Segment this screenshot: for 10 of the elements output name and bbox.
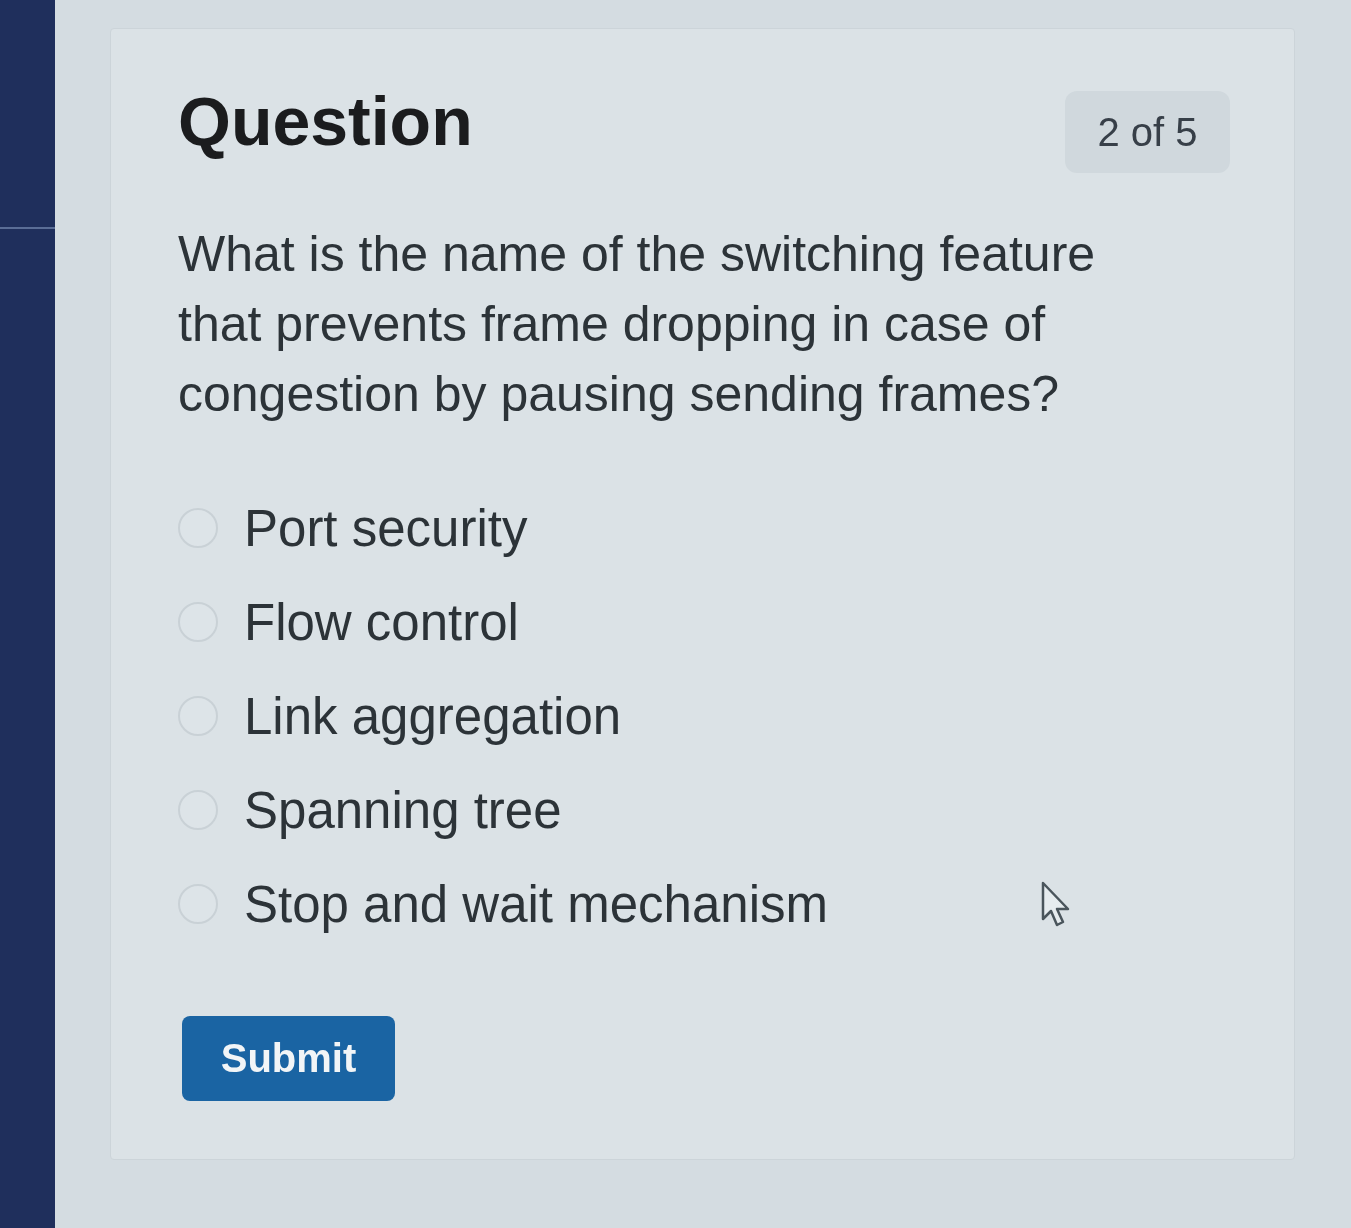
option-label[interactable]: Link aggregation	[244, 686, 622, 746]
question-heading: Question	[178, 82, 473, 160]
option-label[interactable]: Port security	[244, 498, 528, 558]
progress-badge: 2 of 5	[1065, 91, 1230, 173]
option-label[interactable]: Stop and wait mechanism	[244, 874, 828, 934]
option-label[interactable]: Spanning tree	[244, 780, 562, 840]
option-label[interactable]: Flow control	[244, 592, 519, 652]
question-text: What is the name of the switching feature that prevents frame dropping in case of congestion by pausing sending frames?	[178, 225, 1097, 424]
submit-button[interactable]: Submit	[182, 1016, 395, 1101]
pointer-cursor-icon	[1041, 881, 1071, 927]
